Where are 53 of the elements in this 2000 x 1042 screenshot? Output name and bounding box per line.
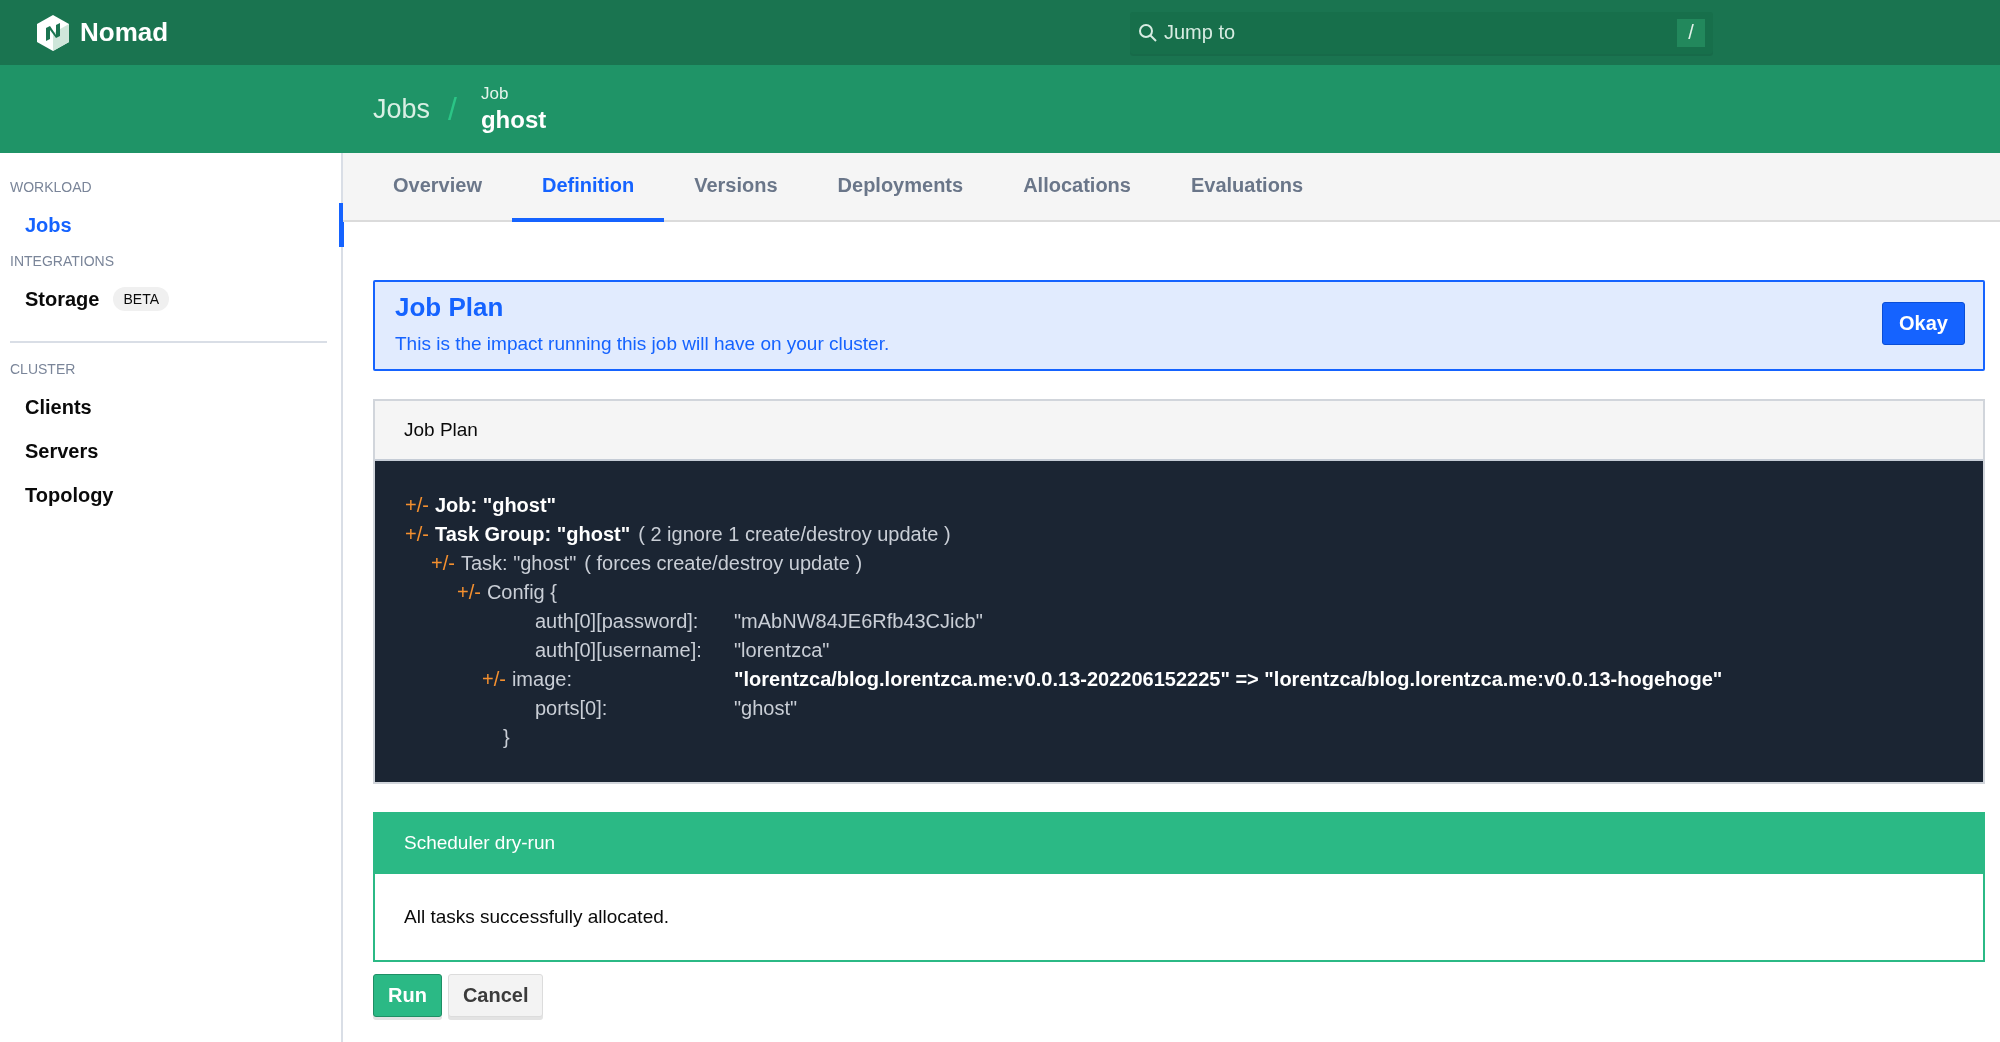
diff-label: Job: "ghost" (434, 493, 557, 518)
notice-title: Job Plan (395, 292, 505, 323)
run-button[interactable]: Run (373, 974, 442, 1017)
okay-button[interactable]: Okay (1882, 302, 1965, 345)
diff-note: ( forces create/destroy update ) (584, 551, 863, 576)
diff-label: Task Group: "ghost" (434, 522, 631, 547)
field-name: ports[0]: (535, 696, 608, 721)
cancel-button[interactable]: Cancel (447, 974, 544, 1017)
field-value: "lorentzca" (734, 638, 830, 663)
diff-note: ( 2 ignore 1 create/destroy update ) (638, 522, 951, 547)
tab[interactable]: Overview (363, 153, 512, 222)
closing-brace: } (503, 725, 510, 750)
diff-label: Config { (486, 580, 557, 605)
tab[interactable]: Versions (664, 153, 808, 222)
change-marker: +/- (457, 580, 481, 605)
field-name: auth[0][password]: (535, 609, 699, 634)
sidebar-item-label: Storage (25, 287, 100, 311)
breadcrumb-label: Job (480, 84, 510, 104)
diff-label: Task: "ghost" (460, 551, 577, 576)
field-value: "lorentzca/blog.lorentzca.me:v0.0.13-202206152225" => "lorentzca/blog.lorentzca.me:v0.0.13-hogehoge" (734, 667, 1723, 692)
change-marker: +/- (405, 493, 429, 518)
tab[interactable]: Allocations (993, 153, 1161, 222)
field-name: image: (511, 667, 572, 692)
brand-name: Nomad (80, 17, 169, 48)
sidebar-heading: WORKLOAD (9, 178, 93, 197)
sidebar-item[interactable]: Storage BETA (0, 277, 344, 321)
panel-title: Job Plan (375, 401, 1983, 461)
tab[interactable]: Definition (511, 153, 665, 222)
sidebar-heading: INTEGRATIONS (9, 252, 115, 271)
search-input[interactable]: Jump to (1162, 20, 1673, 45)
change-marker: +/- (482, 667, 506, 692)
notice-message: This is the impact running this job will have on your cluster. (395, 333, 891, 355)
sidebar-heading: CLUSTER (9, 360, 77, 379)
search-field[interactable]: Jump to / (1130, 11, 1713, 54)
breadcrumb-link[interactable]: Jobs (373, 93, 431, 125)
sidebar-item[interactable]: Topology (0, 473, 344, 517)
sidebar-item[interactable]: Clients (0, 385, 344, 429)
field-name: auth[0][username]: (535, 638, 702, 663)
breadcrumb-current: ghost (480, 106, 547, 134)
change-marker: +/- (431, 551, 455, 576)
tab[interactable]: Evaluations (1160, 153, 1334, 222)
breadcrumb-separator: / (448, 90, 457, 128)
dry-run-message: All tasks successfully allocated. (404, 906, 670, 927)
sidebar-item[interactable]: Servers (0, 429, 344, 473)
field-value: "mAbNW84JE6Rfb43CJicb" (734, 609, 983, 634)
hexagon-logo-icon (36, 13, 70, 52)
shortcut-key: / (1677, 18, 1705, 47)
change-marker: +/- (405, 522, 429, 547)
beta-badge: BETA (113, 287, 169, 311)
tab[interactable]: Deployments (807, 153, 994, 222)
field-value: "ghost" (734, 696, 798, 721)
search-icon (1138, 22, 1158, 43)
panel-title: Scheduler dry-run (375, 814, 1983, 874)
